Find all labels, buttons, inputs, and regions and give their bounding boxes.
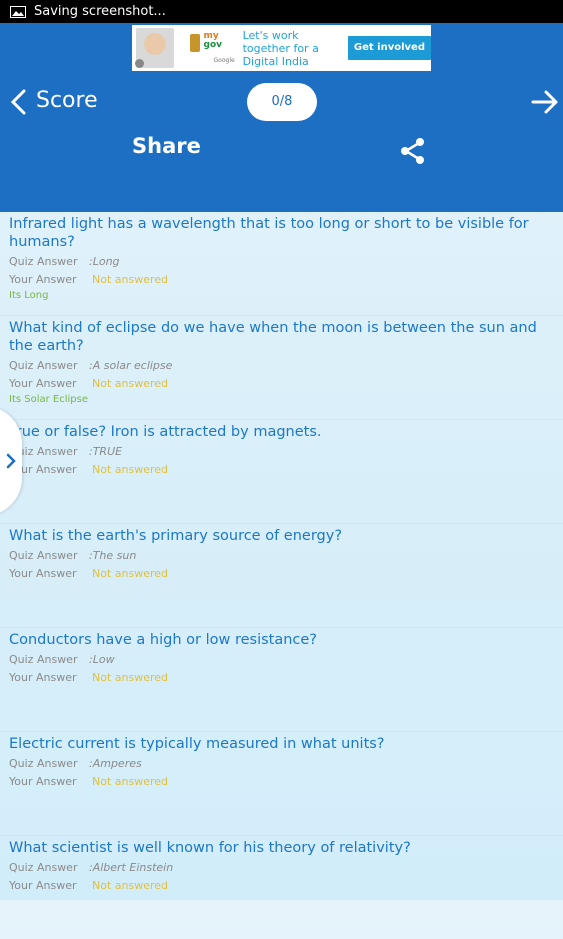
quiz-answer-label: Quiz Answer <box>9 255 78 268</box>
your-answer-row: Your Answer Not answered <box>9 775 168 789</box>
answers-list[interactable]: Infrared light has a wavelength that is … <box>0 212 563 939</box>
your-answer-value: Not answered <box>92 463 169 476</box>
your-answer-value: Not answered <box>92 671 169 684</box>
quiz-answer-value: :TRUE <box>89 445 123 458</box>
quiz-answer-row: Quiz Answer :The sun <box>9 549 136 563</box>
logo-text-bottom: gov <box>203 40 223 50</box>
header: my gov Google Let's work together for a … <box>0 23 563 212</box>
question-text: Infrared light has a wavelength that is … <box>9 216 529 250</box>
question-item: True or false? Iron is attracted by magn… <box>0 420 563 524</box>
your-answer-row: Your Answer Not answered <box>9 879 168 893</box>
your-answer-value: Not answered <box>92 879 169 892</box>
quiz-answer-value: :Amperes <box>89 757 142 770</box>
your-answer-label: Your Answer <box>9 671 77 684</box>
ad-tagline: Let's work together for a Digital India <box>242 28 319 68</box>
your-answer-row: Your Answer Not answered <box>9 567 168 581</box>
status-bar: Saving screenshot... <box>0 0 563 23</box>
your-answer-value: Not answered <box>92 567 169 580</box>
quiz-answer-row: Quiz Answer :Long <box>9 255 120 269</box>
share-label[interactable]: Share <box>132 134 201 158</box>
question-text: True or false? Iron is attracted by magn… <box>9 424 322 440</box>
back-button[interactable] <box>8 87 30 117</box>
arrow-right-icon <box>531 90 558 114</box>
question-item: Infrared light has a wavelength that is … <box>0 212 563 316</box>
explanation-text: Its Solar Eclipse <box>9 394 89 405</box>
your-answer-value: Not answered <box>92 775 169 788</box>
question-text: What kind of eclipse do we have when the… <box>9 320 537 354</box>
your-answer-label: Your Answer <box>9 377 77 390</box>
your-answer-label: Your Answer <box>9 775 77 788</box>
emblem-icon <box>189 34 200 52</box>
your-answer-row: Your Answer Not answered <box>9 463 168 477</box>
your-answer-row: Your Answer Not answered <box>9 273 168 287</box>
quiz-answer-label: Quiz Answer <box>9 861 78 874</box>
image-notification-icon <box>10 5 26 18</box>
quiz-answer-label: Quiz Answer <box>9 549 78 562</box>
question-item: What scientist is well known for his the… <box>0 836 563 939</box>
your-answer-value: Not answered <box>92 273 169 286</box>
question-item: Conductors have a high or low resistance… <box>0 628 563 732</box>
chevron-left-icon <box>10 89 26 115</box>
share-button[interactable] <box>398 136 428 166</box>
chevron-right-icon <box>6 453 16 469</box>
quiz-answer-value: :Albert Einstein <box>89 861 174 874</box>
your-answer-label: Your Answer <box>9 879 77 892</box>
quiz-answer-value: :Low <box>89 653 115 666</box>
quiz-answer-label: Quiz Answer <box>9 359 78 372</box>
quiz-answer-row: Quiz Answer :Amperes <box>9 757 142 771</box>
question-text: What is the earth's primary source of en… <box>9 528 343 544</box>
quiz-answer-row: Quiz Answer:TRUE <box>9 445 122 459</box>
quiz-answer-row: Quiz Answer :A solar eclipse <box>9 359 172 373</box>
score-badge: 0/8 <box>247 83 317 121</box>
quiz-answer-value: :A solar eclipse <box>89 359 173 372</box>
question-text: Conductors have a high or low resistance… <box>9 632 317 648</box>
question-text: What scientist is well known for his the… <box>9 840 411 856</box>
question-item: Electric current is typically measured i… <box>0 732 563 836</box>
quiz-answer-row: Quiz Answer :Low <box>9 653 115 667</box>
explanation-text: Its Long <box>9 290 49 301</box>
share-icon <box>401 138 424 164</box>
status-notification-text: Saving screenshot... <box>34 4 166 19</box>
next-button[interactable] <box>530 87 560 117</box>
quiz-answer-row: Quiz Answer :Albert Einstein <box>9 861 173 875</box>
quiz-answer-label: Quiz Answer <box>9 757 78 770</box>
question-text: Electric current is typically measured i… <box>9 736 385 752</box>
your-answer-label: Your Answer <box>9 567 77 580</box>
ad-banner[interactable]: my gov Google Let's work together for a … <box>132 25 431 71</box>
logo-subtext: Google <box>213 57 235 64</box>
ad-choices-icon[interactable] <box>135 59 144 68</box>
quiz-answer-value: :Long <box>89 255 120 268</box>
page-title: Score <box>36 88 98 113</box>
question-item: What is the earth's primary source of en… <box>0 524 563 628</box>
your-answer-value: Not answered <box>92 377 169 390</box>
your-answer-label: Your Answer <box>9 273 77 286</box>
your-answer-row: Your Answer Not answered <box>9 671 168 685</box>
get-involved-button[interactable]: Get involved <box>347 36 431 60</box>
quiz-answer-value: :The sun <box>89 549 137 562</box>
your-answer-row: Your Answer Not answered <box>9 377 168 391</box>
mygov-logo: my gov Google <box>189 30 235 66</box>
question-item: What kind of eclipse do we have when the… <box>0 316 563 420</box>
quiz-answer-label: Quiz Answer <box>9 653 78 666</box>
